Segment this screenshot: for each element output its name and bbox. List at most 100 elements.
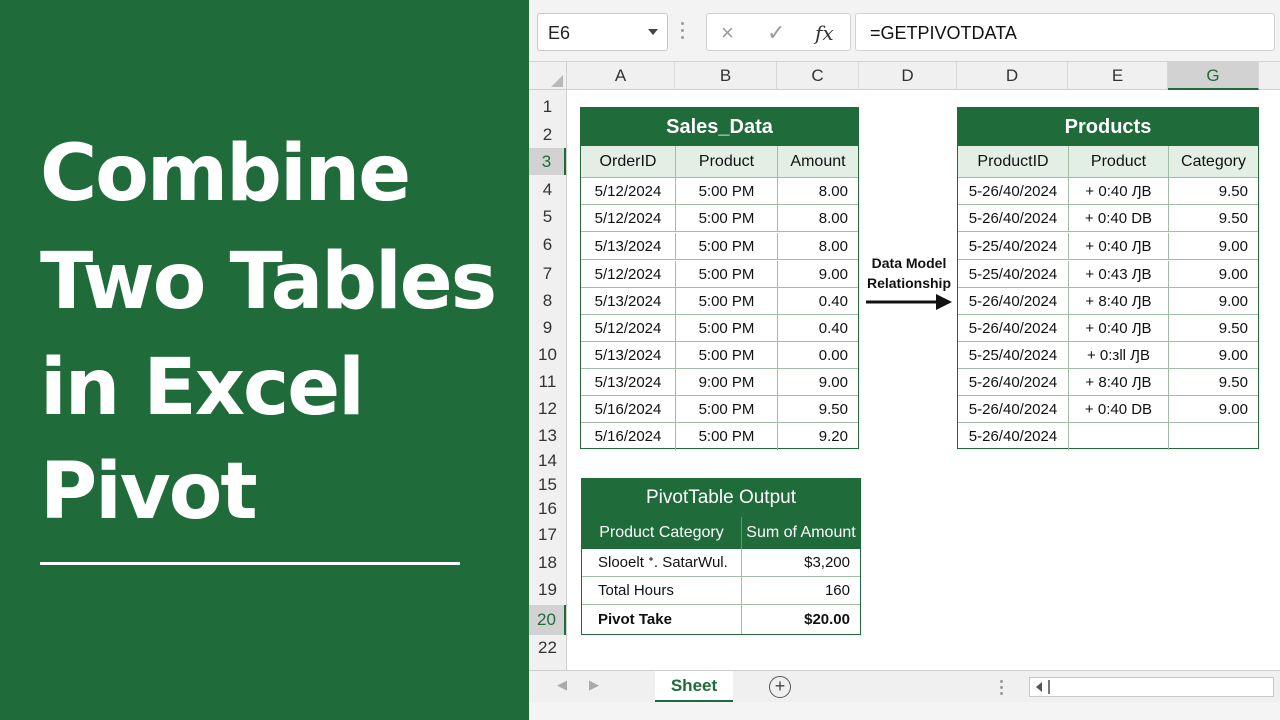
row-header-3[interactable]: 3 xyxy=(529,148,566,175)
products-cell[interactable]: + 0:40 DB xyxy=(1069,205,1169,232)
products-cell[interactable]: + 0:40 ԒB xyxy=(1069,233,1169,260)
sheet-tab-sheet[interactable]: Sheet xyxy=(655,671,733,703)
sales-data-cell[interactable]: 5:00 PM xyxy=(676,233,778,260)
scroll-thumb[interactable] xyxy=(1048,680,1050,694)
insert-function-icon[interactable]: fx xyxy=(815,19,834,47)
products-cell[interactable]: 9.00 xyxy=(1169,342,1258,369)
products-header-productid[interactable]: ProductID xyxy=(958,146,1069,178)
sales-data-cell[interactable]: 5/13/2024 xyxy=(581,288,676,315)
products-cell[interactable]: 9.50 xyxy=(1169,369,1258,396)
sales-data-cell[interactable]: 0.40 xyxy=(778,315,858,342)
sales-data-cell[interactable]: 5:00 PM xyxy=(676,205,778,232)
products-cell[interactable]: + 0:ᴈll ԒB xyxy=(1069,342,1169,369)
row-header-17[interactable]: 17 xyxy=(529,523,566,547)
products-cell[interactable]: 5-26/40/2024 xyxy=(958,423,1069,450)
sales-data-cell[interactable]: 5:00 PM xyxy=(676,261,778,288)
prev-sheet-icon[interactable]: ◀ xyxy=(557,677,567,693)
sales-data-cell[interactable]: 5/12/2024 xyxy=(581,261,676,288)
sales-data-cell[interactable]: 5:00 PM xyxy=(676,423,778,450)
next-sheet-icon[interactable]: ▶ xyxy=(589,677,599,693)
products-cell[interactable]: 9.50 xyxy=(1169,315,1258,342)
sales-data-cell[interactable]: 9.50 xyxy=(778,396,858,423)
row-header-11[interactable]: 11 xyxy=(529,370,566,394)
row-header-6[interactable]: 6 xyxy=(529,233,566,257)
column-header-g[interactable]: G xyxy=(1168,62,1259,90)
products-cell[interactable]: 5-26/40/2024 xyxy=(958,205,1069,232)
sales-data-cell[interactable]: 9.00 xyxy=(778,369,858,396)
pivot-row-1-value[interactable]: $3,200 xyxy=(742,549,860,577)
sales-data-cell[interactable]: 5/12/2024 xyxy=(581,315,676,342)
tab-split-grip-icon[interactable] xyxy=(1000,680,1004,696)
sales-data-cell[interactable]: 5:00 PM xyxy=(676,288,778,315)
sales-data-cell[interactable]: 5/13/2024 xyxy=(581,233,676,260)
row-header-4[interactable]: 4 xyxy=(529,178,566,202)
sales-data-cell[interactable]: 0.00 xyxy=(778,342,858,369)
products-cell[interactable]: 9.50 xyxy=(1169,205,1258,232)
products-header-product[interactable]: Product xyxy=(1069,146,1169,178)
pivot-row-3-value[interactable]: $20.00 xyxy=(742,605,860,634)
chevron-down-icon[interactable] xyxy=(648,29,658,35)
column-header-c[interactable]: C xyxy=(777,62,859,90)
products-cell[interactable]: 9.50 xyxy=(1169,178,1258,205)
products-cell[interactable]: 9.00 xyxy=(1169,261,1258,288)
column-header-d2[interactable]: D xyxy=(957,62,1068,90)
sales-data-cell[interactable]: 5/12/2024 xyxy=(581,205,676,232)
products-cell[interactable]: 5-26/40/2024 xyxy=(958,396,1069,423)
products-cell[interactable]: + 0:40 DB xyxy=(1069,396,1169,423)
products-cell[interactable]: + 8:40 ԒB xyxy=(1069,288,1169,315)
sales-data-cell[interactable]: 5/13/2024 xyxy=(581,369,676,396)
products-cell[interactable]: + 0:40 ԒB xyxy=(1069,315,1169,342)
sales-data-cell[interactable]: 9:00 PM xyxy=(676,369,778,396)
cancel-icon[interactable]: × xyxy=(721,19,734,47)
row-header-20[interactable]: 20 xyxy=(529,605,566,635)
sales-header-orderid[interactable]: OrderID xyxy=(581,146,676,178)
row-header-12[interactable]: 12 xyxy=(529,397,566,421)
products-cell[interactable]: 5-26/40/2024 xyxy=(958,369,1069,396)
sales-data-cell[interactable]: 8.00 xyxy=(778,233,858,260)
row-header-1[interactable]: 1 xyxy=(529,96,566,118)
row-header-5[interactable]: 5 xyxy=(529,205,566,229)
pivot-row-2-label[interactable]: Total Hours xyxy=(582,577,742,605)
column-header-d[interactable]: D xyxy=(859,62,957,90)
scroll-left-icon[interactable] xyxy=(1036,682,1042,692)
name-box[interactable]: E6 xyxy=(537,13,668,51)
sales-data-cell[interactable]: 5:00 PM xyxy=(676,396,778,423)
horizontal-scrollbar[interactable] xyxy=(1029,677,1274,697)
products-cell[interactable]: 5-26/40/2024 xyxy=(958,315,1069,342)
products-cell[interactable]: 9.00 xyxy=(1169,396,1258,423)
products-cell[interactable]: 5-26/40/2024 xyxy=(958,178,1069,205)
products-cell[interactable]: 5-25/40/2024 xyxy=(958,261,1069,288)
pivot-header-category[interactable]: Product Category xyxy=(582,517,742,549)
sales-data-cell[interactable]: 8.00 xyxy=(778,205,858,232)
row-header-9[interactable]: 9 xyxy=(529,316,566,340)
sales-data-cell[interactable]: 8.00 xyxy=(778,178,858,205)
sales-data-cell[interactable]: 5:00 PM xyxy=(676,178,778,205)
products-cell[interactable]: 5-25/40/2024 xyxy=(958,342,1069,369)
row-header-18[interactable]: 18 xyxy=(529,551,566,575)
pivot-row-3-label[interactable]: Pivot Take xyxy=(582,605,742,634)
products-header-category[interactable]: Category xyxy=(1169,146,1258,178)
sales-data-cell[interactable]: 0.40 xyxy=(778,288,858,315)
row-header-19[interactable]: 19 xyxy=(529,578,566,602)
sales-data-cell[interactable]: 5:00 PM xyxy=(676,342,778,369)
sales-data-cell[interactable]: 5:00 PM xyxy=(676,315,778,342)
sales-data-cell[interactable]: 5/12/2024 xyxy=(581,178,676,205)
pivot-header-sum[interactable]: Sum of Amount xyxy=(742,517,860,549)
products-cell[interactable]: 5-25/40/2024 xyxy=(958,233,1069,260)
products-cell[interactable]: + 0:40 ԒB xyxy=(1069,178,1169,205)
column-header-b[interactable]: B xyxy=(675,62,777,90)
pivot-row-2-value[interactable]: 160 xyxy=(742,577,860,605)
row-header-7[interactable]: 7 xyxy=(529,262,566,286)
products-cell[interactable]: 5-26/40/2024 xyxy=(958,288,1069,315)
row-header-22[interactable]: 22 xyxy=(529,636,566,660)
select-all-button[interactable] xyxy=(529,62,567,90)
add-sheet-icon[interactable]: + xyxy=(769,676,791,698)
products-cell[interactable]: + 8:40 ԒB xyxy=(1069,369,1169,396)
sales-header-amount[interactable]: Amount xyxy=(778,146,858,178)
products-cell[interactable]: + 0:43 ԒB xyxy=(1069,261,1169,288)
products-cell[interactable] xyxy=(1069,423,1169,450)
enter-check-icon[interactable]: ✓ xyxy=(767,19,785,47)
sales-data-cell[interactable]: 5/16/2024 xyxy=(581,396,676,423)
row-header-14[interactable]: 14 xyxy=(529,449,566,473)
row-header-16[interactable]: 16 xyxy=(529,497,566,521)
